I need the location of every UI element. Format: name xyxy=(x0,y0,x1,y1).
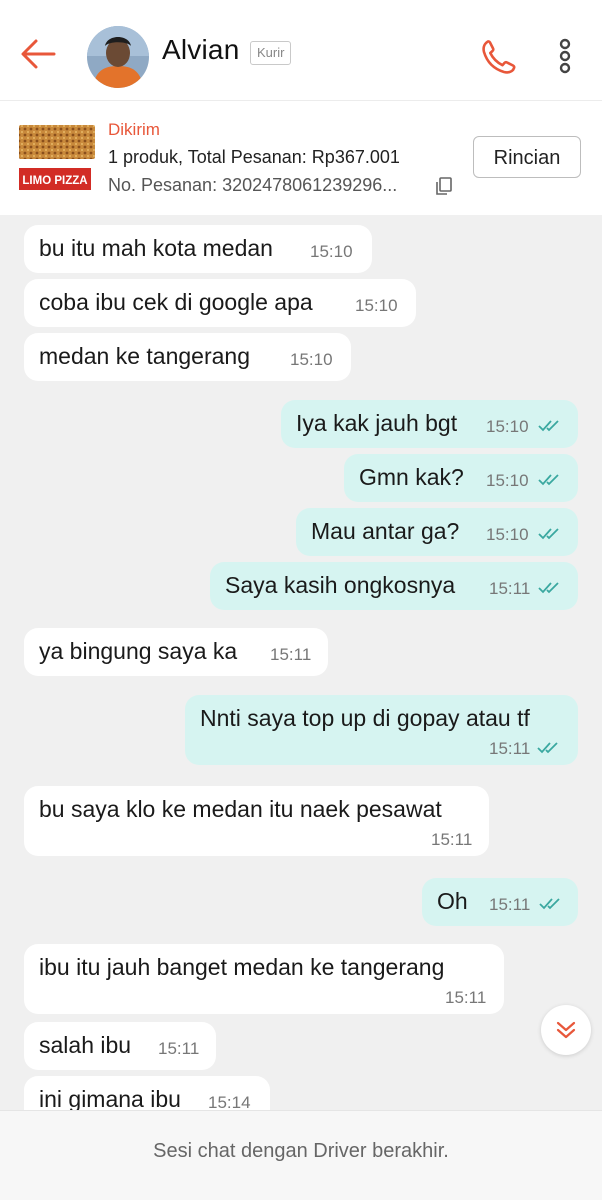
phone-icon xyxy=(482,40,516,74)
message-bubble-outgoing[interactable]: Mau antar ga? 15:10 xyxy=(296,508,578,556)
message-text: Nnti saya top up di gopay atau tf xyxy=(200,705,530,731)
message-text: coba ibu cek di google apa xyxy=(39,289,313,315)
call-button[interactable] xyxy=(476,35,520,79)
message-text: Iya kak jauh bgt xyxy=(296,410,458,436)
message-bubble-outgoing[interactable]: Gmn kak? 15:10 xyxy=(344,454,578,502)
more-vertical-icon xyxy=(559,38,571,74)
message-time: 15:10 xyxy=(290,350,333,369)
message-time: 15:10 xyxy=(486,417,529,436)
message-time: 15:11 xyxy=(431,830,473,849)
message-time: 15:11 xyxy=(489,579,531,598)
message-bubble-incoming[interactable]: bu itu mah kota medan 15:10 xyxy=(24,225,372,273)
avatar[interactable] xyxy=(87,26,149,88)
chat-header: Alvian Kurir xyxy=(0,0,602,100)
message-text: medan ke tangerang xyxy=(39,343,250,369)
read-ticks-icon xyxy=(538,582,559,594)
message-time: 15:11 xyxy=(158,1039,200,1058)
message-time: 15:10 xyxy=(355,296,398,315)
message-bubble-incoming[interactable]: medan ke tangerang 15:10 xyxy=(24,333,351,381)
message-bubble-outgoing[interactable]: Iya kak jauh bgt 15:10 xyxy=(281,400,578,448)
message-time: 15:11 xyxy=(445,988,487,1007)
copy-icon[interactable] xyxy=(434,176,454,196)
message-bubble-incoming[interactable]: bu saya klo ke medan itu naek pesawat 15… xyxy=(24,786,489,856)
message-text: ini gimana ibu xyxy=(39,1086,181,1110)
message-text: Saya kasih ongkosnya xyxy=(225,572,456,598)
message-text: salah ibu xyxy=(39,1032,132,1058)
message-bubble-outgoing[interactable]: Saya kasih ongkosnya 15:11 xyxy=(210,562,578,610)
message-time: 15:10 xyxy=(486,525,529,544)
arrow-left-icon xyxy=(21,39,56,69)
message-text: Gmn kak? xyxy=(359,464,464,490)
back-button[interactable] xyxy=(16,32,60,76)
message-time: 15:10 xyxy=(486,471,529,490)
message-bubble-incoming[interactable]: ini gimana ibu 15:14 xyxy=(24,1076,270,1110)
read-ticks-icon xyxy=(537,742,558,754)
read-ticks-icon xyxy=(538,474,559,486)
read-ticks-icon xyxy=(538,420,559,432)
order-summary: 1 produk, Total Pesanan: Rp367.001 xyxy=(108,147,400,167)
message-time: 15:11 xyxy=(270,645,312,664)
message-text: bu itu mah kota medan xyxy=(39,235,273,261)
message-text: bu saya klo ke medan itu naek pesawat xyxy=(39,796,442,822)
read-ticks-icon xyxy=(539,898,560,910)
contact-name: Alvian xyxy=(162,34,240,65)
message-time: 15:11 xyxy=(489,895,531,914)
scroll-to-bottom-button[interactable] xyxy=(541,1005,591,1055)
message-time: 15:10 xyxy=(310,242,353,261)
details-button[interactable]: Rincian xyxy=(473,136,581,178)
session-ended-notice: Sesi chat dengan Driver berakhir. xyxy=(153,1140,449,1162)
message-text: Oh xyxy=(437,888,468,914)
message-bubble-incoming[interactable]: ibu itu jauh banget medan ke tangerang 1… xyxy=(24,944,504,1014)
message-bubble-outgoing[interactable]: Nnti saya top up di gopay atau tf 15:11 xyxy=(185,695,578,765)
order-number: No. Pesanan: 3202478061239296... xyxy=(108,175,398,195)
chat-messages[interactable]: bu itu mah kota medan 15:10 coba ibu cek… xyxy=(0,214,602,1110)
message-time: 15:14 xyxy=(208,1093,251,1110)
read-ticks-icon xyxy=(538,528,559,540)
message-bubble-incoming[interactable]: coba ibu cek di google apa 15:10 xyxy=(24,279,416,327)
order-thumbnail: LIMO PIZZA xyxy=(17,121,97,193)
message-text: ibu itu jauh banget medan ke tangerang xyxy=(39,954,445,980)
message-text: Mau antar ga? xyxy=(311,518,460,544)
message-bubble-outgoing[interactable]: Oh 15:11 xyxy=(422,878,578,926)
role-badge: Kurir xyxy=(250,41,292,65)
message-time: 15:11 xyxy=(489,739,531,758)
brand-logo-text: LIMO PIZZA xyxy=(22,175,87,187)
chevron-double-down-icon xyxy=(556,1021,576,1039)
more-options-button[interactable] xyxy=(548,36,582,80)
message-bubble-incoming[interactable]: salah ibu 15:11 xyxy=(24,1022,216,1070)
message-text: ya bingung saya ka xyxy=(39,638,238,664)
order-status: Dikirim xyxy=(108,120,160,139)
message-bubble-incoming[interactable]: ya bingung saya ka 15:11 xyxy=(24,628,328,676)
